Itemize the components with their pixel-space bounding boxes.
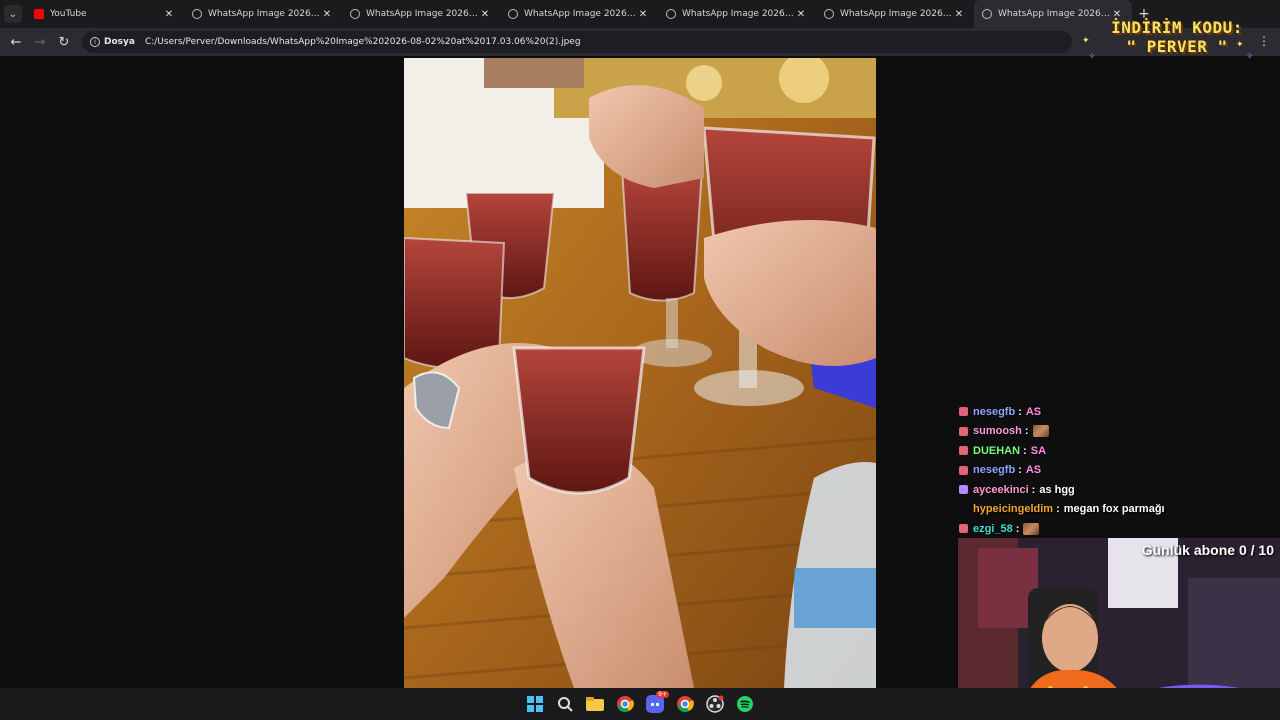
tab-title: YouTube — [50, 9, 87, 19]
globe-icon — [350, 9, 360, 19]
tab-title: WhatsApp Image 2026-08-02 at 17.03.06 (2… — [840, 9, 952, 19]
globe-icon — [824, 9, 834, 19]
reload-icon: ↻ — [58, 34, 70, 50]
chat-username[interactable]: ezgi_58 — [973, 523, 1013, 535]
emote-text: SA — [1030, 444, 1047, 457]
chat-message: nesegfb: AS — [956, 461, 1276, 481]
windows-start-icon[interactable] — [525, 694, 545, 714]
url-text[interactable]: C:/Users/Perver/Downloads/WhatsApp%20Ima… — [145, 37, 581, 47]
emote-icon — [1023, 522, 1040, 535]
file-explorer-icon[interactable] — [585, 694, 605, 714]
promo-code-overlay: İNDİRİM KODU: " PERVER " — [1102, 18, 1252, 56]
chat-username[interactable]: nesegfb — [973, 406, 1015, 418]
chat-separator: : — [1015, 522, 1020, 535]
taskbar: 9+ — [0, 688, 1280, 720]
photo-illustration — [404, 58, 876, 688]
chat-separator: : — [1018, 464, 1022, 477]
chat-username[interactable]: ayceekinci — [973, 484, 1029, 496]
promo-line-2: " PERVER " — [1126, 37, 1228, 56]
close-tab-icon[interactable]: ✕ — [952, 9, 966, 20]
tab-strip: ⌄ YouTube✕WhatsApp Image 2026-08-02 at 1… — [0, 0, 1280, 28]
obs-icon[interactable] — [705, 694, 725, 714]
browser-tab[interactable]: WhatsApp Image 2026-08-02 at 17.03.06 (2… — [816, 0, 974, 28]
photo-toast-glasses — [404, 58, 876, 688]
subscriber-badge-icon — [959, 407, 968, 417]
chat-separator: : — [1031, 483, 1036, 496]
sparkle-icon: ✧ — [1246, 52, 1254, 62]
chat-separator: : — [1024, 425, 1029, 438]
chat-message: nesegfb: AS — [956, 402, 1276, 422]
close-tab-icon[interactable]: ✕ — [636, 9, 650, 20]
chat-username[interactable]: sumoosh — [973, 425, 1022, 437]
browser-tab[interactable]: WhatsApp Image 2026-08-02 at 17.03.06 (2… — [500, 0, 658, 28]
spotify-icon[interactable] — [735, 694, 755, 714]
daily-sub-goal: Günlük abone 0 / 10 — [1141, 542, 1274, 558]
globe-icon — [982, 9, 992, 19]
browser-tab[interactable]: YouTube ✕ — [26, 0, 184, 28]
chat-username[interactable]: nesegfb — [973, 464, 1015, 476]
sparkle-icon: ✦ — [1082, 36, 1090, 46]
emote-text: AS — [1025, 405, 1042, 418]
chat-message: sumoosh: — [956, 422, 1276, 442]
screen: ⌄ YouTube✕WhatsApp Image 2026-08-02 at 1… — [0, 0, 1280, 720]
tab-title: WhatsApp Image 2026-08-02 at 17.03.06 (2… — [998, 9, 1110, 19]
chat-message: ezgi_58: — [956, 519, 1276, 539]
globe-icon — [508, 9, 518, 19]
chrome-icon[interactable] — [615, 694, 635, 714]
chevron-down-icon: ⌄ — [4, 5, 22, 23]
tab-search-button[interactable]: ⌄ — [0, 0, 26, 28]
scheme-chip: Dosya — [104, 37, 135, 47]
arrow-right-icon: → — [34, 34, 46, 50]
tab-title: WhatsApp Image 2026-08-02 at 17.03.06 (2… — [366, 9, 478, 19]
address-bar[interactable]: i Dosya C:/Users/Perver/Downloads/WhatsA… — [82, 31, 1072, 53]
close-tab-icon[interactable]: ✕ — [162, 9, 176, 20]
youtube-icon — [34, 9, 44, 19]
chat-text: megan fox parmağı — [1063, 503, 1165, 516]
globe-icon — [666, 9, 676, 19]
tab-title: WhatsApp Image 2026-08-02 at 17.03.06 (2… — [208, 9, 320, 19]
tab-title: WhatsApp Image 2026-08-02 at 17.03.06 (2… — [682, 9, 794, 19]
sparkle-icon: ✦ — [1236, 40, 1244, 50]
subscriber-badge-icon — [959, 465, 968, 475]
search-icon[interactable] — [555, 694, 575, 714]
close-tab-icon[interactable]: ✕ — [320, 9, 334, 20]
menu-icon[interactable]: ⋮ — [1258, 34, 1270, 48]
tab-title: WhatsApp Image 2026-08-02 at 17.03.06 (2… — [524, 9, 636, 19]
back-button[interactable]: ← — [4, 30, 28, 54]
arrow-left-icon: ← — [10, 34, 22, 50]
browser-tab[interactable]: WhatsApp Image 2026-08-02 at 17.03.06 (2… — [342, 0, 500, 28]
chat-text: as hgg — [1039, 483, 1075, 496]
stream-chat-overlay: nesegfb: AS sumoosh: DUEHAN: SA nesegfb: AS ayc… — [956, 402, 1276, 539]
chat-message: DUEHAN: SA — [956, 441, 1276, 461]
chat-username[interactable]: DUEHAN — [973, 445, 1020, 457]
chat-message: ayceekinci: as hgg — [956, 480, 1276, 500]
subscriber-badge-icon — [959, 485, 968, 495]
chat-separator: : — [1023, 444, 1027, 457]
chat-username[interactable]: hypeicingeldim — [973, 503, 1053, 515]
discord-notification-badge: 9+ — [656, 691, 669, 698]
chrome-icon[interactable] — [675, 694, 695, 714]
emote-icon — [1032, 425, 1049, 438]
browser-tab[interactable]: WhatsApp Image 2026-08-02 at 17.03.06 (2… — [658, 0, 816, 28]
close-tab-icon[interactable]: ✕ — [478, 9, 492, 20]
reload-button[interactable]: ↻ — [52, 30, 76, 54]
chat-separator: : — [1056, 503, 1060, 516]
discord-icon[interactable]: 9+ — [645, 691, 669, 714]
subscriber-badge-icon — [959, 524, 968, 534]
close-tab-icon[interactable]: ✕ — [794, 9, 808, 20]
chat-message: hypeicingeldim: megan fox parmağı — [956, 500, 1276, 520]
info-icon[interactable]: i — [90, 37, 100, 47]
emote-text: AS — [1025, 464, 1042, 477]
subscriber-badge-icon — [959, 505, 968, 514]
globe-icon — [192, 9, 202, 19]
subscriber-badge-icon — [959, 446, 968, 456]
sparkle-icon: ✧ — [1088, 52, 1096, 62]
forward-button[interactable]: → — [28, 30, 52, 54]
subscriber-badge-icon — [959, 426, 968, 436]
promo-line-1: İNDİRİM KODU: — [1111, 18, 1243, 37]
chat-separator: : — [1018, 405, 1022, 418]
browser-tab[interactable]: WhatsApp Image 2026-08-02 at 17.03.06 (2… — [184, 0, 342, 28]
